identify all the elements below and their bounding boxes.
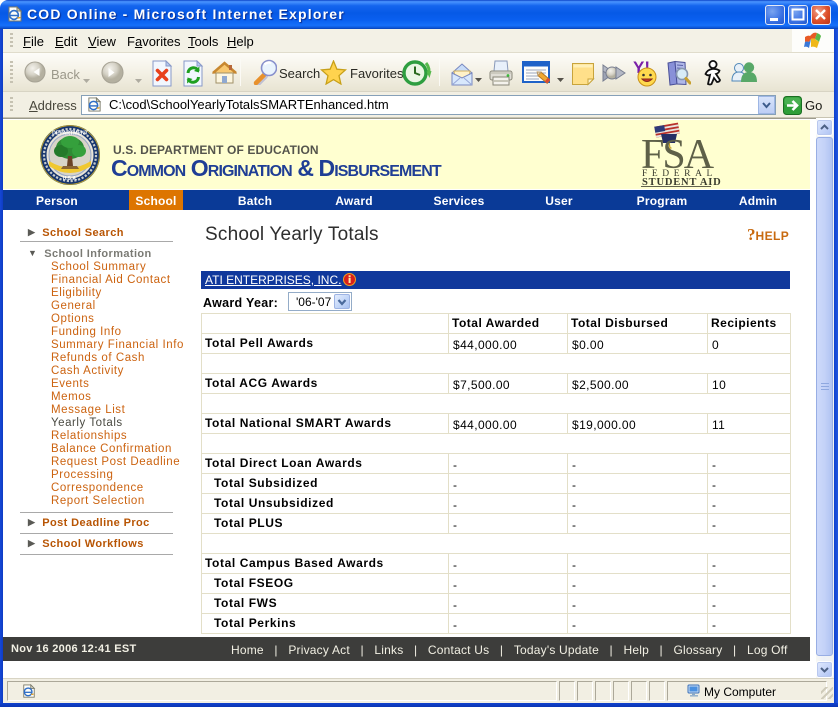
svg-text:DEPARTMENT: DEPARTMENT [52,131,88,137]
svg-text:U.S.A.: U.S.A. [63,176,78,182]
